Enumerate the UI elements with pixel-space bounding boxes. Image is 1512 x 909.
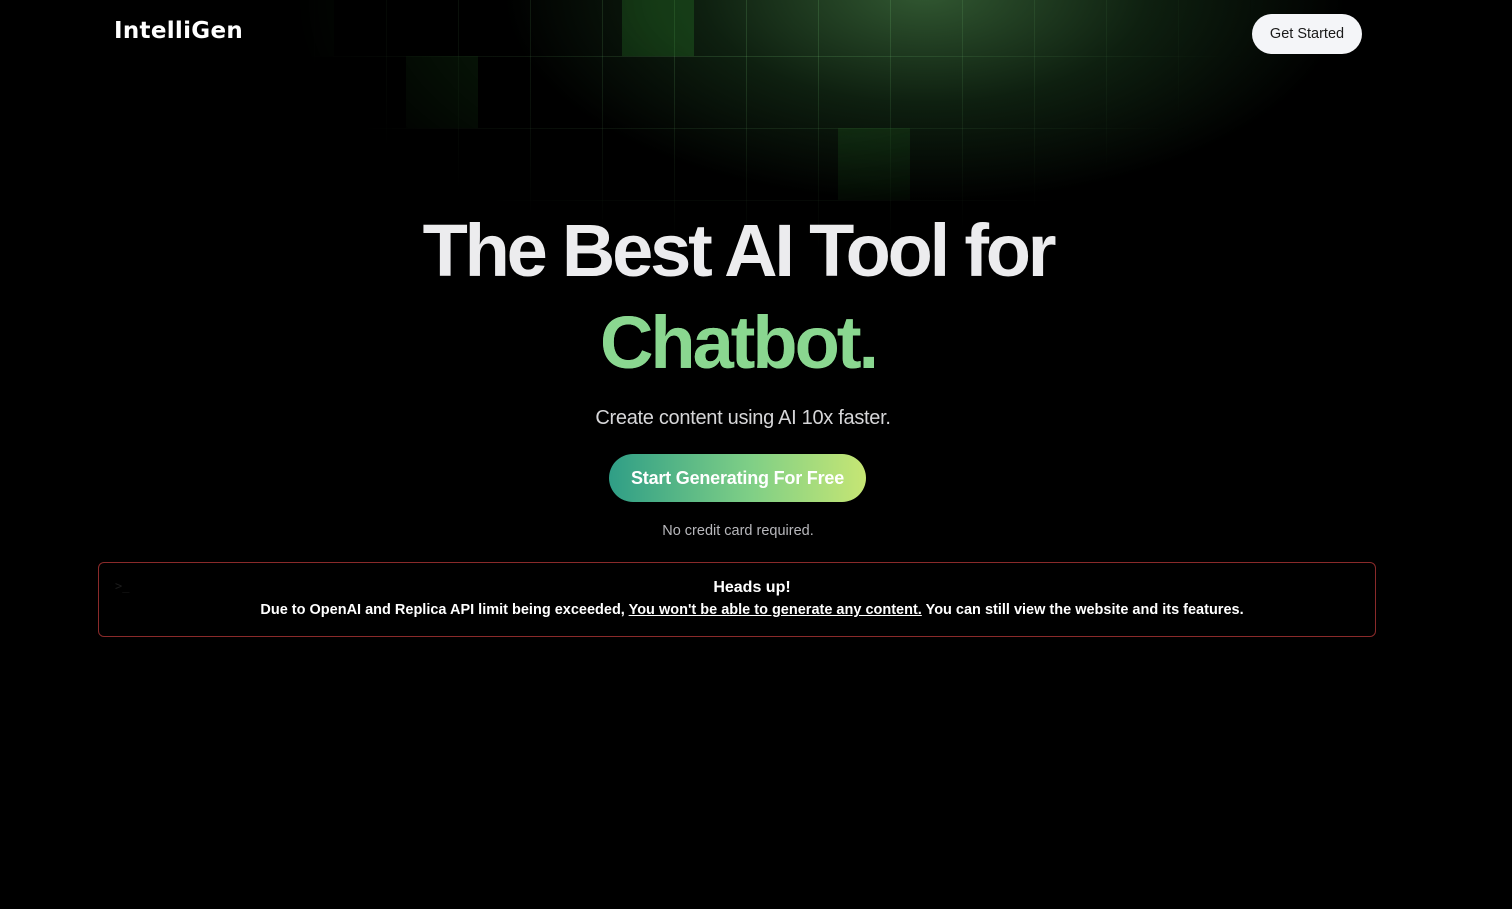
hero-title-highlight: Chatbot. [0, 297, 1512, 389]
no-credit-card-note: No credit card required. [662, 523, 814, 539]
grid-cell-highlight [838, 128, 910, 200]
grid-cell-highlight [406, 56, 478, 128]
get-started-button[interactable]: Get Started [1252, 14, 1362, 54]
hero-title: The Best AI Tool for [422, 209, 1057, 292]
api-limit-alert: >_ Heads up! Due to OpenAI and Replica A… [98, 562, 1376, 637]
alert-body-link[interactable]: You won't be able to generate any conten… [629, 602, 922, 618]
landing-page: IntelliGen Get Started The Best AI Tool … [0, 0, 1512, 909]
alert-body-text: Due to OpenAI and Replica API limit bein… [260, 602, 629, 618]
grid-cell-highlight [622, 0, 694, 56]
hero-section: The Best AI Tool for Chatbot. Create con… [0, 205, 1512, 430]
hero-subtitle: Create content using AI 10x faster. [595, 407, 891, 429]
alert-body: Due to OpenAI and Replica API limit bein… [99, 602, 1405, 618]
brand-logo[interactable]: IntelliGen [114, 18, 243, 44]
start-generating-button[interactable]: Start Generating For Free [609, 454, 866, 502]
grid-cell-highlight [262, 0, 334, 56]
alert-body-text-end: You can still view the website and its f… [921, 602, 1244, 618]
alert-title: Heads up! [713, 579, 791, 596]
